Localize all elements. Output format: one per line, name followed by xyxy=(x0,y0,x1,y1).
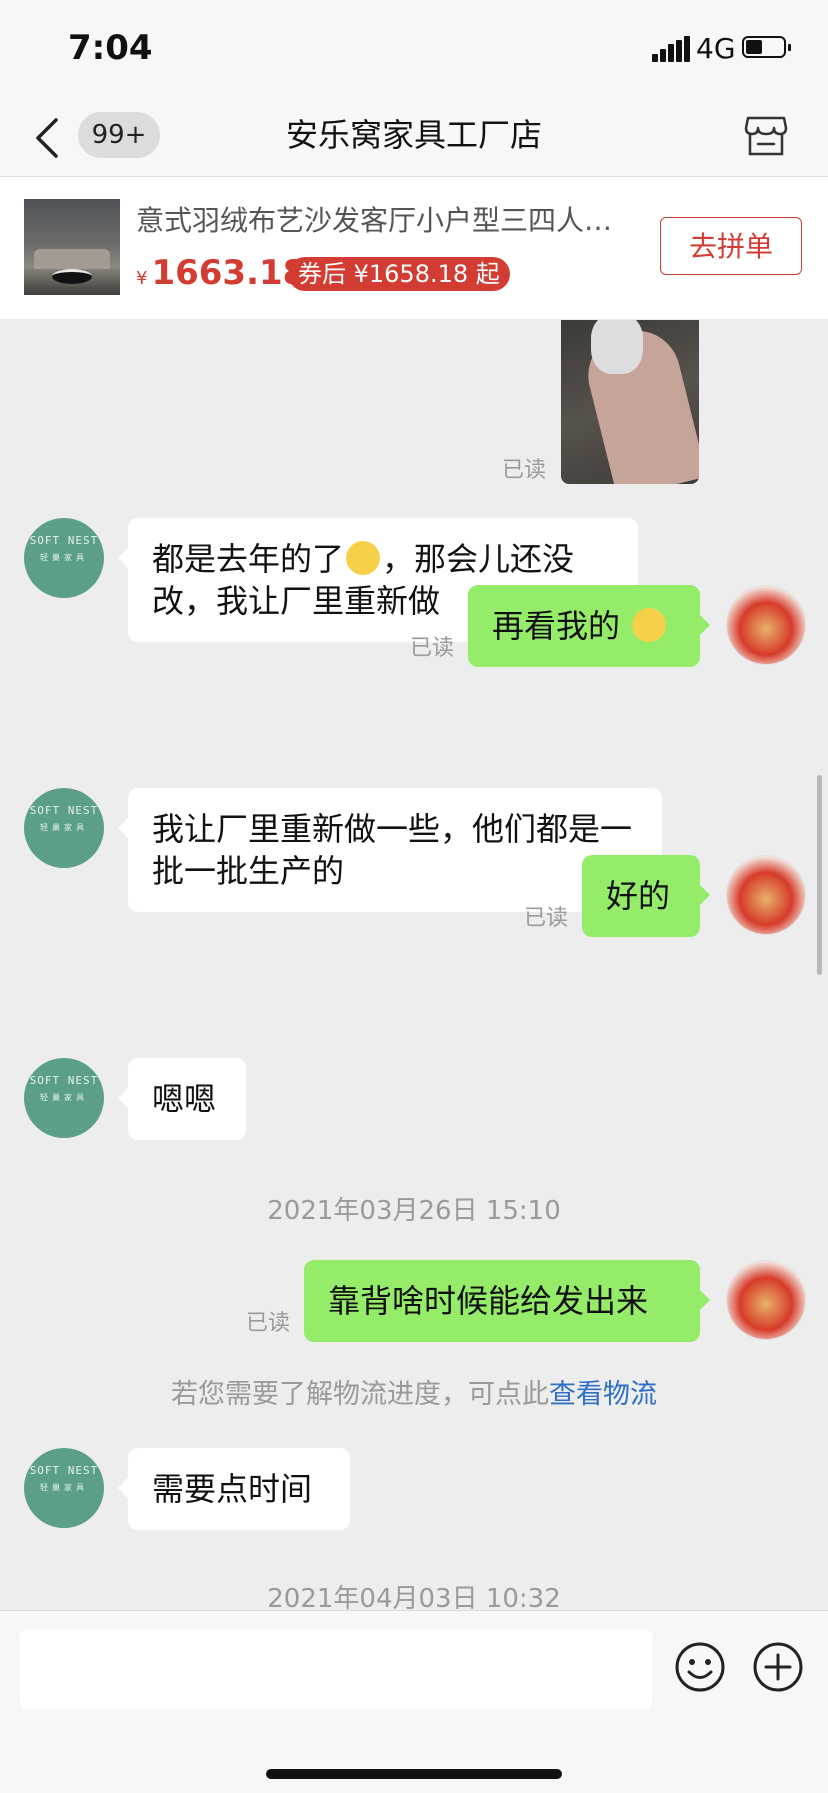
input-bar xyxy=(0,1610,828,1793)
read-receipt: 已读 xyxy=(246,1311,291,1336)
emoji-laugh-icon xyxy=(632,608,667,642)
shop-avatar[interactable]: SOFT NEST 轻巢家具 xyxy=(24,788,104,868)
message-bubble-out[interactable]: 靠背啥时候能给发出来 xyxy=(304,1260,710,1342)
home-indicator[interactable] xyxy=(266,1769,562,1779)
read-receipt: 已读 xyxy=(410,636,455,661)
nav-bar: 99+ 安乐窝家具工厂店 xyxy=(0,100,828,177)
read-receipt: 已读 xyxy=(502,458,547,483)
message-input[interactable] xyxy=(20,1629,652,1709)
product-thumbnail[interactable] xyxy=(24,199,120,295)
signal-icon xyxy=(652,36,690,62)
page-title: 安乐窝家具工厂店 xyxy=(285,116,542,154)
status-bar: 7:04 4G xyxy=(0,0,828,100)
sent-image[interactable] xyxy=(561,320,699,484)
coupon-badge: 券后 ¥1658.18 起 xyxy=(288,257,510,291)
price-value: 1663.18 xyxy=(151,253,307,293)
user-avatar[interactable] xyxy=(726,1260,806,1340)
unread-badge[interactable]: 99+ xyxy=(78,112,160,158)
product-price: ¥1663.18 xyxy=(136,253,306,293)
product-title[interactable]: 意式羽绒布艺沙发客厅小户型三四人位直排组合现代简约北欧乳胶沙发 xyxy=(136,199,636,239)
logistics-notice: 若您需要了解物流进度，可点此查看物流 xyxy=(171,1379,657,1410)
emoji-flushed-icon xyxy=(346,541,381,575)
shop-avatar[interactable]: SOFT NEST 轻巢家具 xyxy=(24,1448,104,1528)
store-icon[interactable] xyxy=(742,110,790,158)
chat-scrollbar[interactable] xyxy=(817,775,822,975)
message-bubble-out[interactable]: 好的 xyxy=(582,855,710,937)
chat-timestamp: 2021年04月03日 10:32 xyxy=(267,1584,561,1610)
group-buy-button[interactable]: 去拼单 xyxy=(660,217,802,275)
shop-avatar[interactable]: SOFT NEST 轻巢家具 xyxy=(24,518,104,598)
message-bubble-in[interactable]: 嗯嗯 xyxy=(118,1058,246,1140)
currency-symbol: ¥ xyxy=(136,268,148,289)
read-receipt: 已读 xyxy=(524,906,569,931)
message-bubble-in[interactable]: 需要点时间 xyxy=(118,1448,350,1530)
user-avatar[interactable] xyxy=(726,855,806,935)
chat-area[interactable]: 已读 SOFT NEST 轻巢家具 都是去年的了 ，那会儿还没改，我让厂里重新做 已… xyxy=(0,320,828,1610)
user-avatar[interactable] xyxy=(726,585,806,665)
emoji-icon[interactable] xyxy=(674,1641,726,1693)
product-card[interactable]: 意式羽绒布艺沙发客厅小户型三四人位直排组合现代简约北欧乳胶沙发 ¥1663.18… xyxy=(0,177,828,319)
shop-avatar[interactable]: SOFT NEST 轻巢家具 xyxy=(24,1058,104,1138)
plus-icon[interactable] xyxy=(752,1641,804,1693)
status-time: 7:04 xyxy=(68,28,153,68)
chat-timestamp: 2021年03月26日 15:10 xyxy=(267,1196,561,1226)
battery-icon xyxy=(742,36,791,58)
view-logistics-link[interactable]: 查看物流 xyxy=(549,1379,657,1410)
message-bubble-out[interactable]: 再看我的 xyxy=(468,585,710,667)
back-icon[interactable] xyxy=(30,112,70,164)
network-label: 4G xyxy=(696,32,736,65)
